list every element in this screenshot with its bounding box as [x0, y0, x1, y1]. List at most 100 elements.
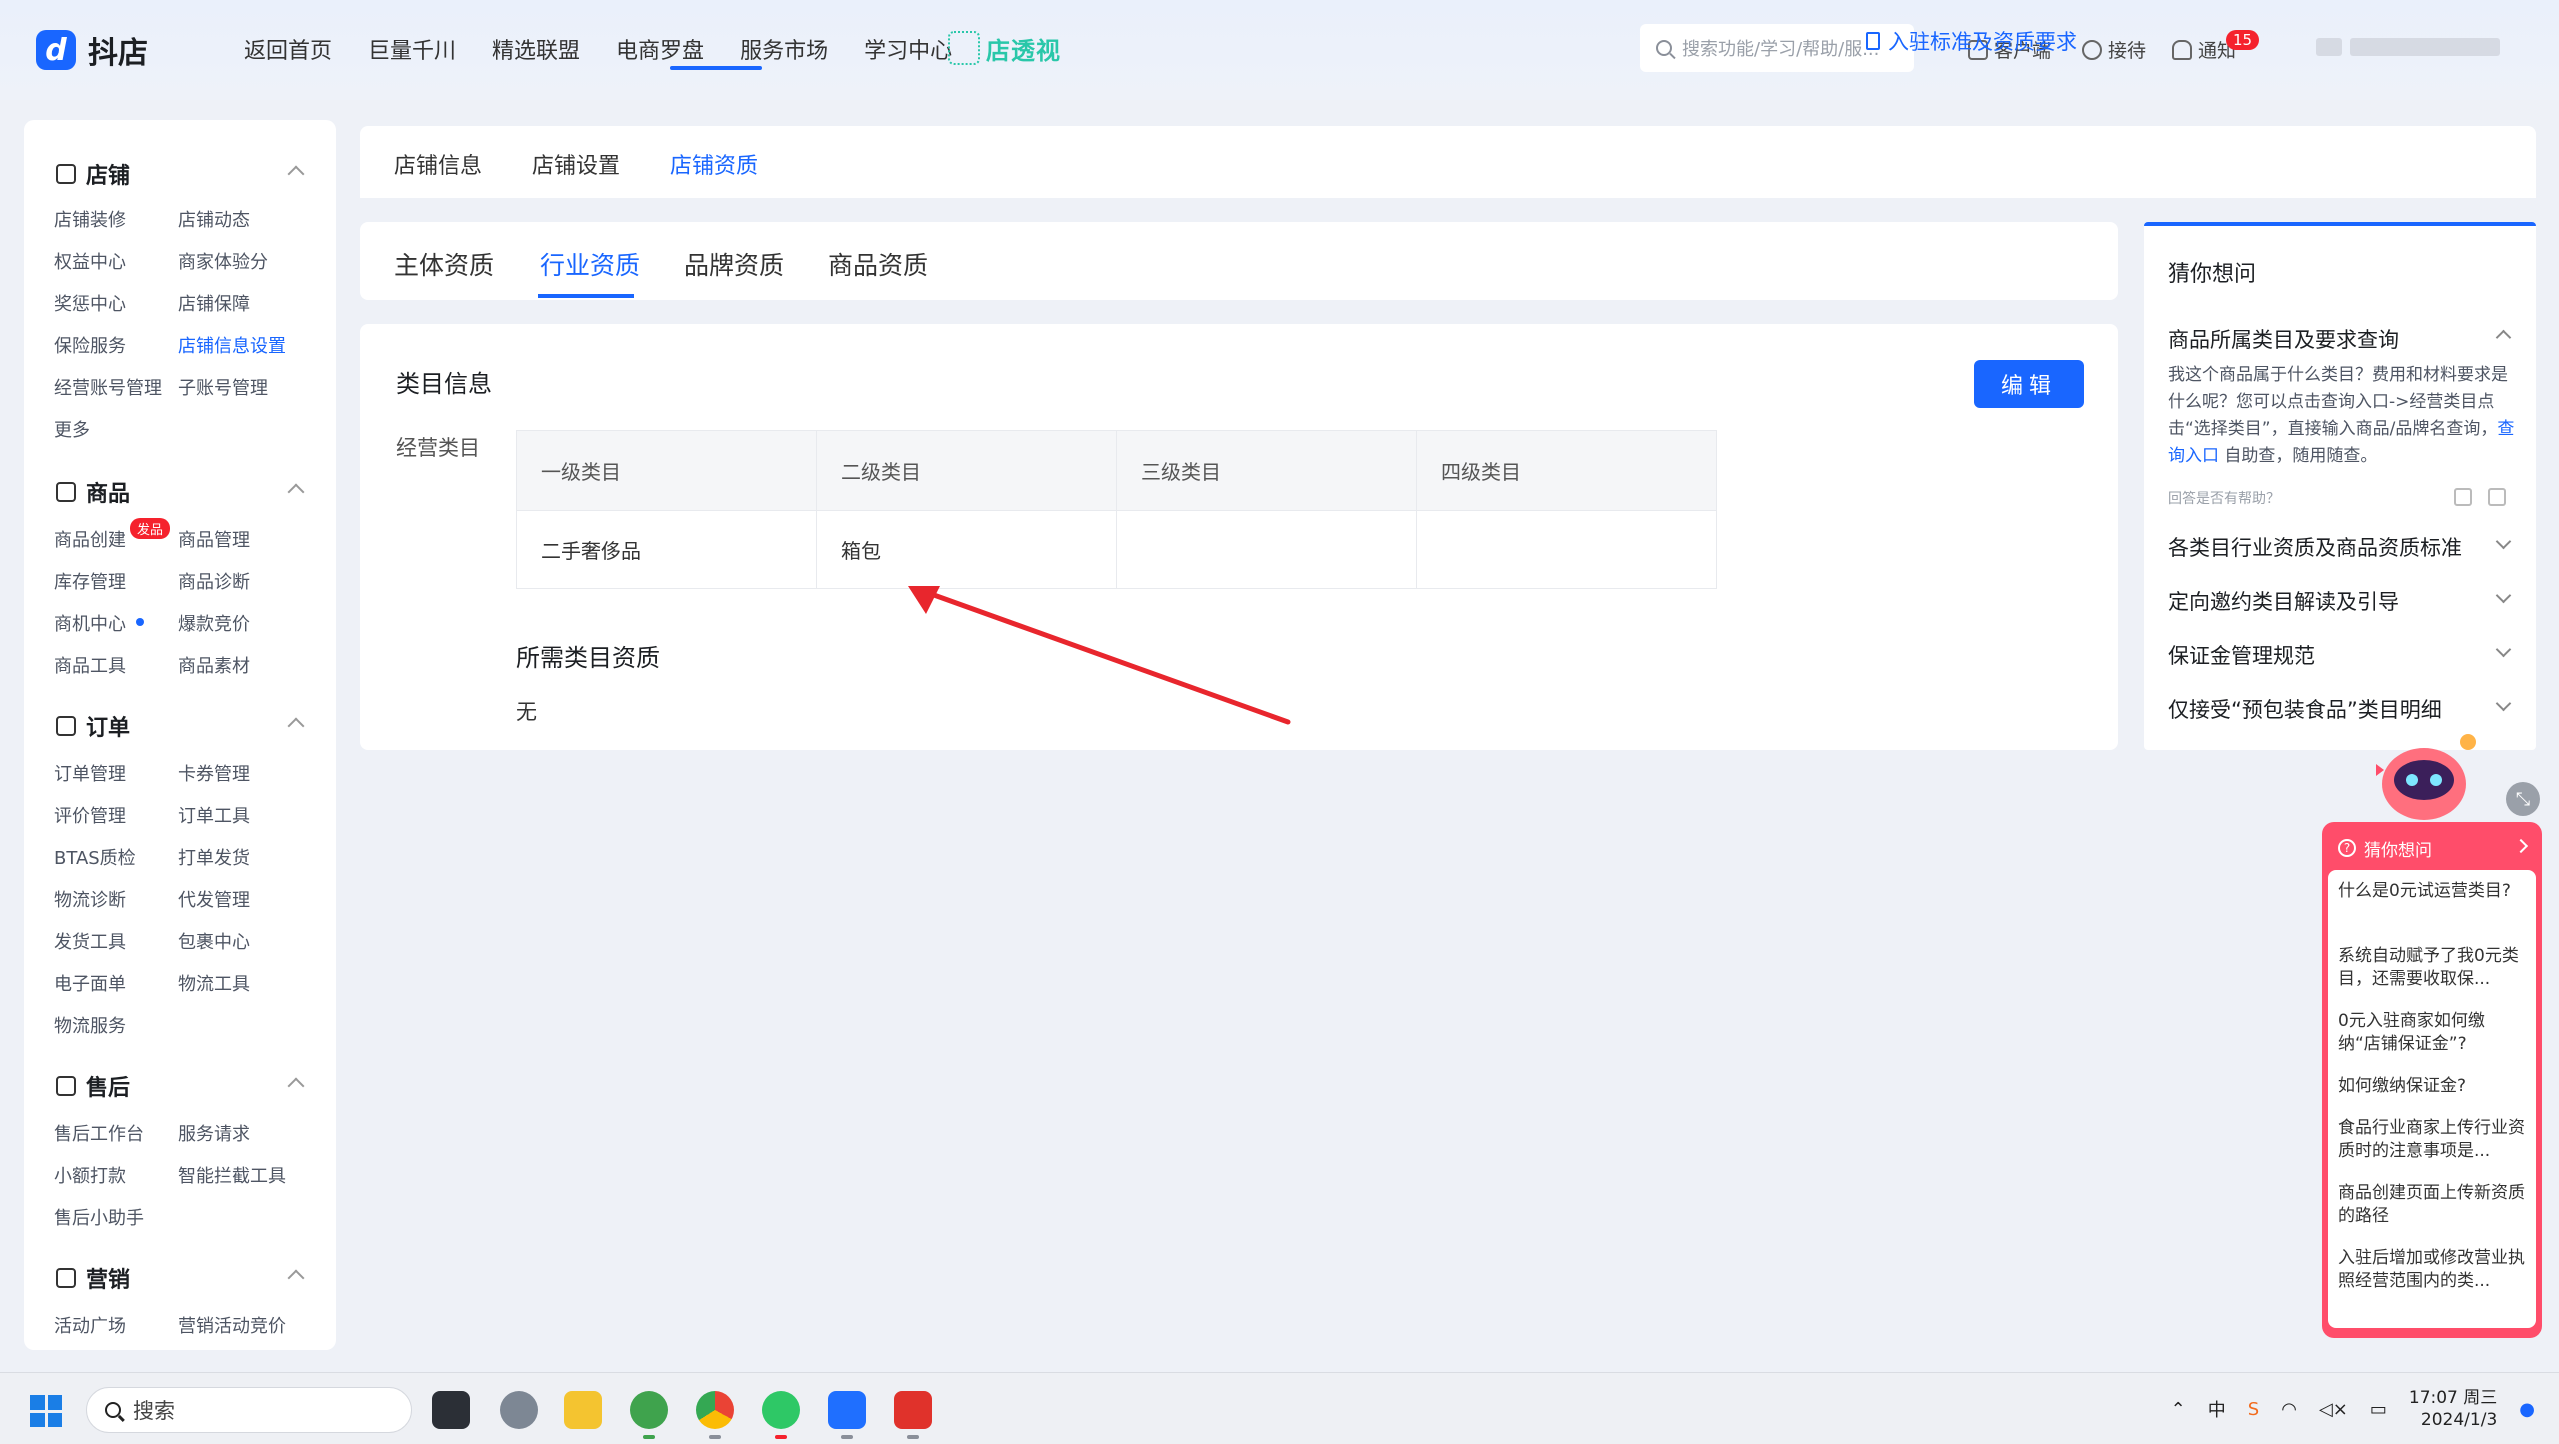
chevron-down-icon[interactable] [2495, 695, 2512, 712]
faq-question[interactable]: 各类目行业资质及商品资质标准 [2168, 532, 2462, 562]
sidebar-item-store-info-settings[interactable]: 店铺信息设置 [178, 332, 286, 358]
chevron-up-icon[interactable] [287, 1077, 305, 1095]
sidebar-item-e-waybill[interactable]: 电子面单 [54, 970, 126, 996]
sidebar-item-inventory[interactable]: 库存管理 [54, 568, 126, 594]
chevron-up-icon[interactable] [287, 165, 305, 183]
reception-button[interactable]: 接待 [2082, 36, 2146, 63]
tab-store-info[interactable]: 店铺信息 [394, 148, 482, 180]
sidebar-item-review-mgmt[interactable]: 评价管理 [54, 802, 126, 828]
nav-learning[interactable]: 学习中心 [864, 33, 952, 65]
nav-home[interactable]: 返回首页 [244, 33, 332, 65]
chevron-down-icon[interactable] [2495, 533, 2512, 550]
sidebar-item-package-center[interactable]: 包裹中心 [178, 928, 250, 954]
sidebar-item-logistics-service[interactable]: 物流服务 [54, 1012, 126, 1038]
nav-compass[interactable]: 电商罗盘 [616, 33, 704, 65]
list-item[interactable]: 什么是0元试运营类目? [2338, 880, 2526, 926]
taskbar-search[interactable]: 搜索 [86, 1387, 412, 1433]
sidebar-item-product-assets[interactable]: 商品素材 [178, 652, 250, 678]
sidebar-item-activity-bidding[interactable]: 营销活动竞价 [178, 1312, 286, 1338]
sidebar-item-ship-tools[interactable]: 发货工具 [54, 928, 126, 954]
feishu-icon[interactable] [828, 1391, 866, 1429]
chevron-right-icon[interactable] [2513, 838, 2529, 854]
tab-store-qualification[interactable]: 店铺资质 [670, 148, 758, 180]
faq-question[interactable]: 保证金管理规范 [2168, 640, 2315, 670]
speaker-muted-icon[interactable]: ◁× [2319, 1399, 2348, 1420]
sidebar-item-product-tools[interactable]: 商品工具 [54, 652, 126, 678]
entry-standards-link[interactable]: 入驻标准及资质要求 [1866, 26, 2077, 56]
sidebar-item-product-diagnosis[interactable]: 商品诊断 [178, 568, 250, 594]
wps-icon[interactable] [894, 1391, 932, 1429]
sidebar-item-service-request[interactable]: 服务请求 [178, 1120, 250, 1146]
sidebar-item-guarantee[interactable]: 店铺保障 [178, 290, 250, 316]
sidebar-item-experience-score[interactable]: 商家体验分 [178, 248, 268, 274]
sidebar-item-logistics-diagnosis[interactable]: 物流诊断 [54, 886, 126, 912]
chrome-icon[interactable] [696, 1391, 734, 1429]
list-item[interactable]: 商品创建页面上传新资质的路径 [2338, 1182, 2526, 1228]
sidebar-item-store-news[interactable]: 店铺动态 [178, 206, 250, 232]
chevron-down-icon[interactable] [2495, 587, 2512, 604]
faq-question[interactable]: 仅接受“预包装食品”类目明细 [2168, 694, 2442, 724]
list-item[interactable]: 入驻后增加或修改营业执照经营范围内的类... [2338, 1247, 2526, 1293]
tab-store-settings[interactable]: 店铺设置 [532, 148, 620, 180]
task-view-icon[interactable] [432, 1391, 470, 1429]
sidebar-section-store[interactable]: 店铺 [56, 158, 130, 190]
file-explorer-icon[interactable] [564, 1391, 602, 1429]
sidebar-item-product-create[interactable]: 商品创建 [54, 526, 126, 552]
wechat-icon[interactable] [762, 1391, 800, 1429]
assistant-header[interactable]: ? 猜你想问 [2328, 830, 2536, 866]
sidebar-section-order[interactable]: 订单 [56, 710, 130, 742]
nav-service-market[interactable]: 服务市场 [740, 33, 828, 65]
wifi-icon[interactable]: ◠ [2281, 1399, 2297, 1420]
notification-bell-icon[interactable]: ● [2519, 1399, 2535, 1420]
browser-icon[interactable] [630, 1391, 668, 1429]
sidebar-item-coupon-mgmt[interactable]: 卡券管理 [178, 760, 250, 786]
sidebar-item-logistics-tools[interactable]: 物流工具 [178, 970, 250, 996]
subtab-product[interactable]: 商品资质 [828, 246, 928, 282]
sidebar-section-marketing[interactable]: 营销 [56, 1262, 130, 1294]
collapse-assistant-button[interactable]: ⤡ [2506, 782, 2540, 816]
assistant-robot-icon[interactable] [2364, 724, 2484, 834]
sidebar-item-store-decor[interactable]: 店铺装修 [54, 206, 126, 232]
sidebar-item-insurance[interactable]: 保险服务 [54, 332, 126, 358]
sidebar-item-btas[interactable]: BTAS质检 [54, 844, 136, 870]
subtab-brand[interactable]: 品牌资质 [684, 246, 784, 282]
thumbs-up-icon[interactable] [2454, 488, 2472, 506]
sidebar-item-order-mgmt[interactable]: 订单管理 [54, 760, 126, 786]
ime-indicator[interactable]: 中 [2208, 1396, 2226, 1422]
sidebar-item-rewards[interactable]: 奖惩中心 [54, 290, 126, 316]
chevron-up-icon[interactable] [287, 717, 305, 735]
sidebar-item-print-ship[interactable]: 打单发货 [178, 844, 250, 870]
sidebar-item-aftersale-assistant[interactable]: 售后小助手 [54, 1204, 144, 1230]
battery-icon[interactable]: ▭ [2370, 1399, 2387, 1420]
sidebar-item-subaccount[interactable]: 子账号管理 [178, 374, 268, 400]
sidebar-item-activity-square[interactable]: 活动广场 [54, 1312, 126, 1338]
faq-question[interactable]: 商品所属类目及要求查询 [2168, 324, 2399, 354]
subtab-subject[interactable]: 主体资质 [394, 246, 494, 282]
windows-start-icon[interactable] [30, 1395, 62, 1427]
sidebar-section-aftersale[interactable]: 售后 [56, 1070, 130, 1102]
sidebar-item-smart-intercept[interactable]: 智能拦截工具 [178, 1162, 286, 1188]
user-account-menu[interactable] [2316, 38, 2512, 60]
nav-qianchuan[interactable]: 巨量千川 [368, 33, 456, 65]
edit-button[interactable]: 编辑 [1974, 360, 2084, 408]
sidebar-item-hot-bidding[interactable]: 爆款竞价 [178, 610, 250, 636]
sidebar-item-more[interactable]: 更多 [54, 416, 90, 442]
list-item[interactable]: 食品行业商家上传行业资质时的注意事项是... [2338, 1117, 2526, 1163]
sidebar-item-dropship[interactable]: 代发管理 [178, 886, 250, 912]
sidebar-item-aftersale-workbench[interactable]: 售后工作台 [54, 1120, 144, 1146]
list-item[interactable]: 0元入驻商家如何缴纳“店铺保证金”? [2338, 1010, 2526, 1056]
sogou-icon[interactable]: S [2248, 1399, 2259, 1420]
chevron-up-icon[interactable] [287, 483, 305, 501]
chevron-up-icon[interactable]: ⌃ [2171, 1399, 2186, 1420]
sidebar-item-order-tools[interactable]: 订单工具 [178, 802, 250, 828]
sidebar-item-product-mgmt[interactable]: 商品管理 [178, 526, 250, 552]
sidebar-item-opportunity[interactable]: 商机中心 [54, 610, 126, 636]
sidebar-item-account-mgmt[interactable]: 经营账号管理 [54, 374, 162, 400]
app-logo[interactable]: d 抖店 [36, 28, 148, 72]
subtab-industry[interactable]: 行业资质 [540, 246, 640, 282]
sidebar-section-product[interactable]: 商品 [56, 476, 130, 508]
chevron-up-icon[interactable] [2495, 329, 2512, 346]
dian-toushi-plugin[interactable]: 店透视 [948, 30, 1061, 66]
list-item[interactable]: 如何缴纳保证金? [2338, 1075, 2526, 1098]
list-item[interactable]: 系统自动赋予了我0元类目，还需要收取保... [2338, 945, 2526, 991]
